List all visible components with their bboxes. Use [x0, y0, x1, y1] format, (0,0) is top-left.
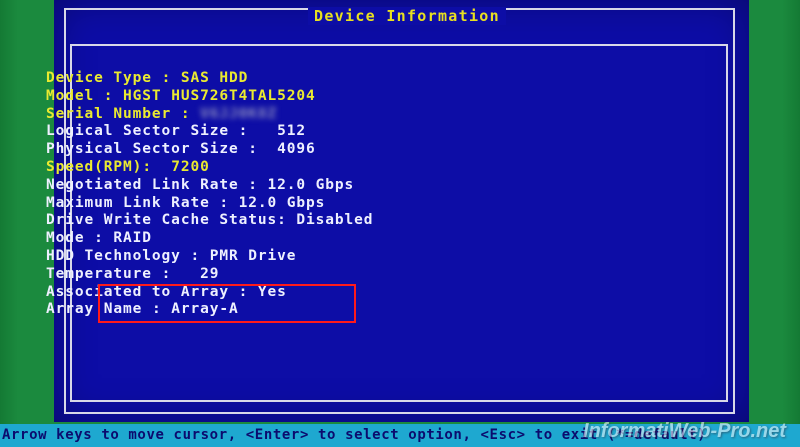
field-mode: Mode : RAID: [46, 230, 152, 247]
field-maximum-link-rate: Maximum Link Rate : 12.0 Gbps: [46, 194, 326, 211]
field-physical-sector-size: Physical Sector Size : 4096: [46, 141, 316, 158]
field-negotiated-link-rate: Negotiated Link Rate : 12.0 Gbps: [46, 176, 355, 193]
array-info-highlight-box: [98, 284, 356, 323]
field-serial-number: Serial Number : V6JJ0K8Z: [46, 105, 278, 122]
device-info-list: Device Type : SAS HDD Model : HGST HUS72…: [46, 70, 373, 319]
watermark-logo: InformatiWeb-Pro.net: [583, 420, 786, 442]
field-model: Model : HGST HUS726T4TAL5204: [46, 87, 316, 104]
serial-number-redacted: V6JJ0K8Z: [200, 105, 278, 122]
bios-screen: Device Information Device Type : SAS HDD…: [0, 0, 800, 447]
field-speed-rpm: Speed(RPM): 7200: [46, 158, 210, 175]
field-hdd-technology: HDD Technology : PMR Drive: [46, 247, 297, 264]
field-temperature: Temperature : 29: [46, 265, 220, 282]
field-logical-sector-size: Logical Sector Size : 512: [46, 123, 307, 140]
dialog-title: Device Information: [308, 7, 506, 25]
field-drive-write-cache-status: Drive Write Cache Status: Disabled: [46, 212, 374, 229]
field-device-type: Device Type : SAS HDD: [46, 70, 249, 86]
